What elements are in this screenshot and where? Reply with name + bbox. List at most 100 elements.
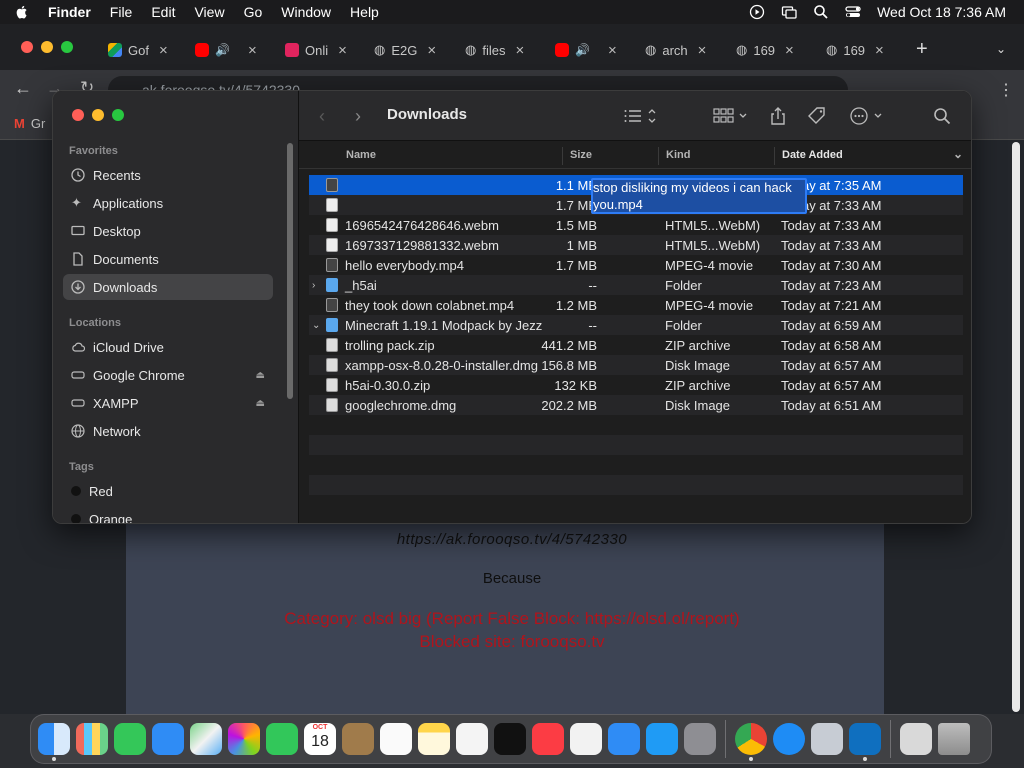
menu-view[interactable]: View (194, 4, 224, 20)
close-tab-icon[interactable]: × (515, 42, 524, 59)
browser-tab-6[interactable]: 🔊 × (555, 38, 617, 62)
browser-tab-2[interactable]: 🔊 × (195, 38, 257, 62)
file-row[interactable]: ⌄ Minecraft 1.19.1 Modpack by Jezz -- Folde… (309, 315, 963, 335)
speaker-icon[interactable]: 🔊 (575, 43, 590, 57)
close-tab-icon[interactable]: × (427, 42, 436, 59)
launchpad-icon[interactable] (76, 723, 108, 755)
trash-icon[interactable] (938, 723, 970, 755)
finder-minimize-button[interactable] (92, 109, 104, 121)
close-tab-icon[interactable]: × (608, 42, 617, 59)
search-icon[interactable] (933, 105, 951, 127)
more-menu-icon[interactable]: ⋮ (998, 80, 1014, 100)
facetime-icon[interactable] (266, 723, 298, 755)
keynote-icon[interactable] (608, 723, 640, 755)
column-kind-header[interactable]: Kind (666, 149, 690, 161)
close-tab-icon[interactable]: × (785, 42, 794, 59)
finder-icon[interactable] (38, 723, 70, 761)
menu-go[interactable]: Go (244, 4, 263, 20)
share-icon[interactable] (769, 105, 787, 127)
preview-icon[interactable] (811, 723, 843, 755)
news-icon[interactable] (570, 723, 602, 755)
sidebar-scrollbar[interactable] (287, 143, 293, 399)
column-name-header[interactable]: Name (346, 149, 376, 161)
browser-minimize-button[interactable] (41, 41, 53, 53)
contacts-icon[interactable] (342, 723, 374, 755)
sort-chevron-icon[interactable]: ⌄ (953, 147, 963, 161)
disclosure-closed-icon[interactable]: › (312, 280, 315, 291)
close-tab-icon[interactable]: × (698, 42, 707, 59)
finder-zoom-button[interactable] (112, 109, 124, 121)
sidebar-item-google-chrome[interactable]: Google Chrome ⏏ (63, 362, 273, 388)
calendar-icon[interactable]: OCT 18 (304, 723, 336, 755)
chrome-icon[interactable] (735, 723, 767, 761)
browser-close-button[interactable] (21, 41, 33, 53)
sidebar-item-downloads[interactable]: Downloads (63, 274, 273, 300)
sidebar-tag-red[interactable]: Red (63, 478, 273, 504)
apple-logo-icon[interactable] (14, 4, 30, 20)
column-size-header[interactable]: Size (570, 149, 592, 161)
eject-icon[interactable]: ⏏ (256, 398, 265, 409)
settings-icon[interactable] (684, 723, 716, 755)
menu-window[interactable]: Window (281, 4, 331, 20)
new-tab-button[interactable]: + (916, 38, 928, 61)
file-row[interactable]: 1697337129881332.webm 1 MB HTML5...WebM) To… (309, 235, 963, 255)
gmail-bookmark[interactable]: M Gr (14, 116, 45, 131)
safari-icon[interactable] (773, 723, 805, 755)
file-row[interactable]: hello everybody.mp4 1.7 MB MPEG-4 movie Tod… (309, 255, 963, 275)
browser-tab-4[interactable]: ◍ E2G × (374, 38, 436, 62)
browser-tab-1[interactable]: Gof × (108, 38, 168, 62)
back-arrow-icon[interactable]: ← (14, 78, 32, 99)
browser-tab-9[interactable]: ◍ 169 × (826, 38, 884, 62)
photos-icon[interactable] (228, 723, 260, 755)
messages-icon[interactable] (114, 723, 146, 755)
eject-icon[interactable]: ⏏ (256, 370, 265, 381)
freeform-icon[interactable] (456, 723, 488, 755)
disclosure-open-icon[interactable]: ⌄ (312, 320, 320, 331)
sidebar-item-desktop[interactable]: Desktop (63, 218, 273, 244)
sidebar-item-xampp[interactable]: XAMPP ⏏ (63, 390, 273, 416)
browser-tab-7[interactable]: ◍ arch × (645, 38, 706, 62)
speaker-icon[interactable]: 🔊 (215, 43, 230, 57)
file-row[interactable]: xampp-osx-8.0.28-0-installer.dmg 156.8 MB… (309, 355, 963, 375)
sidebar-item-icloud-drive[interactable]: iCloud Drive (63, 334, 273, 360)
control-center-icon[interactable] (845, 4, 861, 20)
back-chevron-icon[interactable]: ‹ (319, 105, 325, 127)
vscode-icon[interactable] (849, 723, 881, 761)
file-row[interactable]: h5ai-0.30.0.zip 132 KB ZIP archive Today at… (309, 375, 963, 395)
menu-edit[interactable]: Edit (151, 4, 175, 20)
tab-search-chevron-icon[interactable]: ⌄ (996, 42, 1006, 56)
music-icon[interactable] (532, 723, 564, 755)
rename-field-text[interactable]: stop disliking my videos i can hack you.… (593, 179, 807, 213)
column-divider[interactable] (562, 147, 563, 165)
close-tab-icon[interactable]: × (159, 42, 168, 59)
page-scrollbar[interactable] (1012, 142, 1020, 712)
maps-icon[interactable] (190, 723, 222, 755)
sidebar-item-applications[interactable]: ✦ Applications (63, 190, 273, 216)
menu-help[interactable]: Help (350, 4, 379, 20)
appletv-icon[interactable] (494, 723, 526, 755)
browser-tab-3[interactable]: Onli × (285, 38, 347, 62)
menu-app-name[interactable]: Finder (48, 4, 91, 20)
close-tab-icon[interactable]: × (338, 42, 347, 59)
more-actions-icon[interactable] (849, 105, 885, 127)
browser-tab-5[interactable]: ◍ files × (465, 38, 524, 62)
browser-tab-8[interactable]: ◍ 169 × (736, 38, 794, 62)
appstore-icon[interactable] (646, 723, 678, 755)
column-divider[interactable] (658, 147, 659, 165)
finder-close-button[interactable] (72, 109, 84, 121)
close-tab-icon[interactable]: × (248, 42, 257, 59)
close-tab-icon[interactable]: × (875, 42, 884, 59)
menu-file[interactable]: File (110, 4, 133, 20)
sidebar-tag-orange[interactable]: Orange (63, 506, 273, 523)
file-row[interactable]: › _h5ai -- Folder Today at 7:23 AM (309, 275, 963, 295)
tag-icon[interactable] (807, 105, 827, 127)
mail-icon[interactable] (152, 723, 184, 755)
notes-icon[interactable] (418, 723, 450, 755)
screen-mirroring-icon[interactable] (781, 4, 797, 20)
file-row[interactable]: googlechrome.dmg 202.2 MB Disk Image Today … (309, 395, 963, 415)
search-icon[interactable] (813, 4, 829, 20)
reminders-icon[interactable] (380, 723, 412, 755)
column-date-added-header[interactable]: Date Added (782, 149, 843, 161)
list-view-icon[interactable] (623, 105, 657, 127)
downloads-stack-icon[interactable] (900, 723, 932, 755)
